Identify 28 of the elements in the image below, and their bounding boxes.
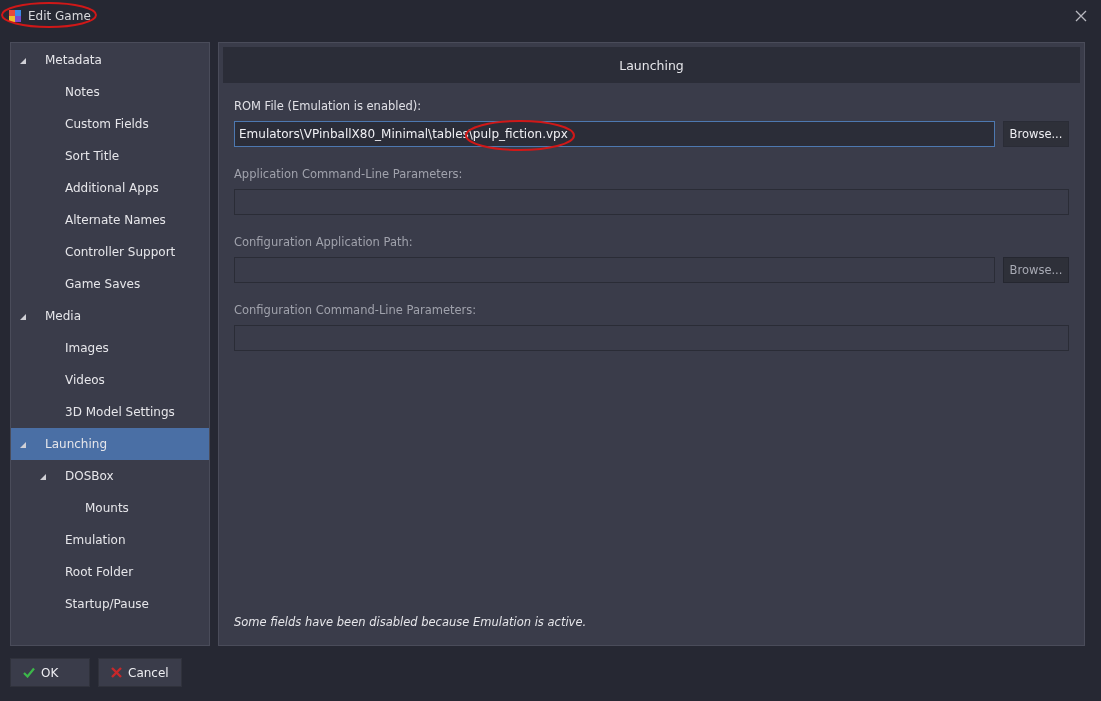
tree-item[interactable]: Sort Title bbox=[11, 140, 209, 172]
tree-item[interactable]: Startup/Pause bbox=[11, 588, 209, 620]
tree-item[interactable]: Media bbox=[11, 300, 209, 332]
field-label: Application Command-Line Parameters: bbox=[234, 167, 464, 183]
tree-item[interactable]: Images bbox=[11, 332, 209, 364]
tree-item[interactable]: Additional Apps bbox=[11, 172, 209, 204]
field-label: Configuration Command-Line Parameters: bbox=[234, 303, 478, 319]
tree-item[interactable]: Emulation bbox=[11, 524, 209, 556]
section-header: Launching bbox=[223, 47, 1080, 83]
tree-item[interactable]: 3D Model Settings bbox=[11, 396, 209, 428]
tree-item[interactable]: Mounts bbox=[11, 492, 209, 524]
window-title: Edit Game bbox=[28, 9, 91, 23]
tree-item[interactable]: Metadata bbox=[11, 44, 209, 76]
tree-item[interactable]: Root Folder bbox=[11, 556, 209, 588]
tree-item[interactable]: Custom Fields bbox=[11, 108, 209, 140]
tree-item[interactable]: DOSBox bbox=[11, 460, 209, 492]
dialog-button[interactable]: OK bbox=[10, 658, 90, 687]
tree-item[interactable]: Alternate Names bbox=[11, 204, 209, 236]
tree-item[interactable]: Controller Support bbox=[11, 236, 209, 268]
tree-item[interactable]: Notes bbox=[11, 76, 209, 108]
tree-item[interactable]: Videos bbox=[11, 364, 209, 396]
browse-button[interactable]: Browse... bbox=[1003, 121, 1069, 147]
field-label: Configuration Application Path: bbox=[234, 235, 414, 251]
dialog-button[interactable]: Cancel bbox=[98, 658, 182, 687]
field-label: ROM File (Emulation is enabled): bbox=[234, 99, 423, 115]
tree-item[interactable]: Launching bbox=[11, 428, 209, 460]
tree-item[interactable]: Game Saves bbox=[11, 268, 209, 300]
info-note: Some fields have been disabled because Emulation is active. bbox=[233, 615, 588, 631]
